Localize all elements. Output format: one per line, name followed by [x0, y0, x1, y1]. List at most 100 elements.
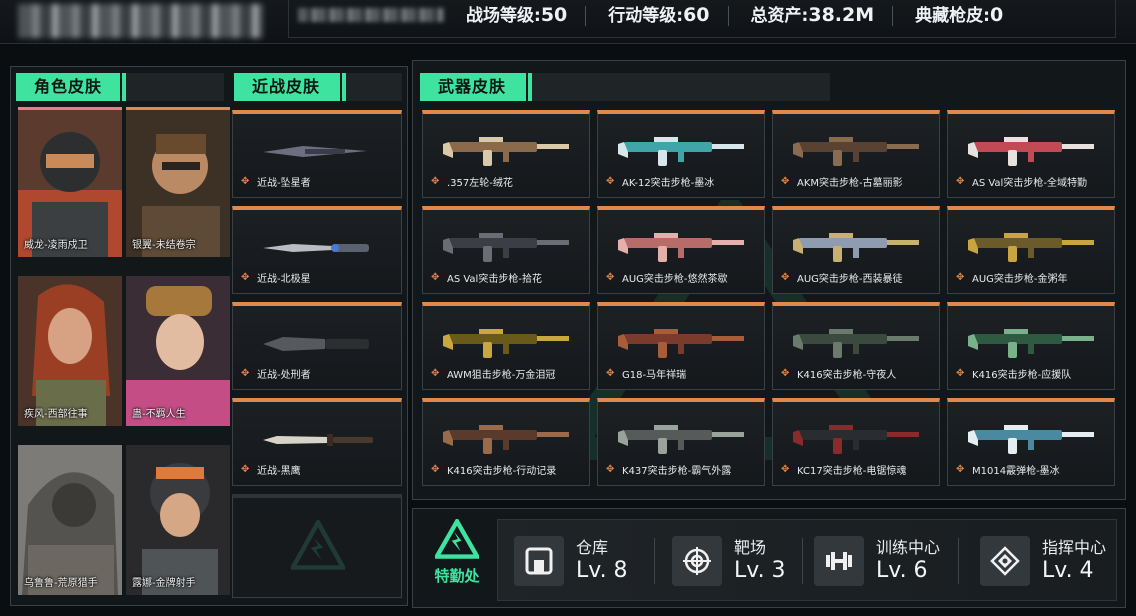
weapon-image	[618, 329, 744, 358]
character-portrait	[126, 276, 230, 426]
tab-melee-skins: 近战皮肤	[234, 73, 346, 101]
weapon-card[interactable]: ✥ AK-12突击步枪-墨冰	[597, 110, 765, 198]
weapon-image	[443, 425, 569, 454]
melee-name: 近战-黑鹰	[257, 466, 301, 477]
weapon-card[interactable]: ✥ AUG突击步枪-西装暴徒	[772, 206, 940, 294]
melee-name: 近战-处刑者	[257, 370, 311, 381]
weapon-name: AS Val突击步枪-全域特勤	[972, 178, 1087, 189]
tab-extension	[346, 73, 402, 101]
rarity-diamond-icon: ✥	[606, 463, 615, 475]
special-ops-logo-icon	[432, 516, 482, 559]
tab-character-skins: 角色皮肤	[16, 73, 126, 101]
weapon-card[interactable]: ✥ K437突击步枪-霸气外露	[597, 398, 765, 486]
melee-card-empty	[232, 494, 402, 598]
weapon-card[interactable]: ✥ AUG突击步枪-悠然茶歇	[597, 206, 765, 294]
weapon-name: KC17突击步枪-电锯惊魂	[797, 466, 907, 477]
rarity-diamond-icon: ✥	[241, 463, 250, 475]
rarity-diamond-icon: ✥	[241, 367, 250, 379]
weapon-card[interactable]: ✥ AKM突击步枪-古墓丽影	[772, 110, 940, 198]
weapon-card[interactable]: ✥ AUG突击步枪-金粥年	[947, 206, 1115, 294]
player-name-redacted	[18, 4, 263, 38]
top-bar: 战场等级:50 行动等级:60 总资产:38.2M 典藏枪皮:0	[0, 0, 1136, 44]
character-card[interactable]: 蛊-不羁人生	[126, 276, 230, 426]
rarity-diamond-icon: ✥	[956, 175, 965, 187]
weapon-image	[443, 233, 569, 262]
weapon-card[interactable]: ✥ AS Val突击步枪-拾花	[422, 206, 590, 294]
character-name: 乌鲁鲁-荒原猎手	[24, 578, 98, 589]
weapon-card[interactable]: ✥ K416突击步枪-行动记录	[422, 398, 590, 486]
melee-card[interactable]: ✥ 近战-处刑者	[232, 302, 402, 390]
weapon-card[interactable]: ✥ K416突击步枪-守夜人	[772, 302, 940, 390]
character-card[interactable]: 疾风-西部往事	[18, 276, 122, 426]
weapon-name: K437突击步枪-霸气外露	[622, 466, 732, 477]
weapon-image	[793, 329, 919, 358]
rarity-diamond-icon: ✥	[431, 463, 440, 475]
rarity-diamond-icon: ✥	[606, 367, 615, 379]
rarity-diamond-icon: ✥	[606, 271, 615, 283]
weapon-card[interactable]: ✥ G18-马年祥瑞	[597, 302, 765, 390]
character-card[interactable]: 露娜-金牌射手	[126, 445, 230, 595]
character-portrait	[126, 110, 230, 257]
player-id-redacted	[298, 8, 444, 22]
weapon-image	[443, 137, 569, 166]
weapon-name: K416突击步枪-行动记录	[447, 466, 557, 477]
melee-card[interactable]: ✥ 近战-坠星者	[232, 110, 402, 198]
facility-panel: 特勤处 仓库 Lv. 8 靶场 Lv. 3 训练中心 Lv. 6 指挥中心 Lv…	[412, 508, 1126, 608]
rarity-diamond-icon: ✥	[606, 175, 615, 187]
weapon-card[interactable]: ✥ K416突击步枪-应援队	[947, 302, 1115, 390]
weapon-card[interactable]: ✥ AWM狙击步枪-万金泪冠	[422, 302, 590, 390]
weapon-card[interactable]: ✥ AS Val突击步枪-全域特勤	[947, 110, 1115, 198]
knife-image	[263, 434, 373, 446]
special-ops-button[interactable]: 特勤处	[425, 516, 489, 601]
stat-operation-level: 行动等级:60	[608, 4, 750, 27]
stat-collection-skins: 典藏枪皮:0	[915, 4, 1004, 26]
weapon-image	[443, 329, 569, 358]
character-portrait	[18, 445, 122, 595]
stat-total-assets: 总资产:38.2M	[751, 4, 916, 27]
rarity-diamond-icon: ✥	[431, 271, 440, 283]
weapon-name: AKM突击步枪-古墓丽影	[797, 178, 903, 189]
rarity-diamond-icon: ✥	[241, 175, 250, 187]
weapon-name: AUG突击步枪-悠然茶歇	[622, 274, 728, 285]
weapon-card[interactable]: ✥ M1014霰弹枪-墨冰	[947, 398, 1115, 486]
stat-battlefield-level: 战场等级:50	[466, 4, 608, 27]
rarity-diamond-icon: ✥	[956, 463, 965, 475]
rarity-diamond-icon: ✥	[781, 175, 790, 187]
character-card[interactable]: 银翼-未结卷宗	[126, 107, 230, 257]
weapon-card[interactable]: ✥ KC17突击步枪-电锯惊魂	[772, 398, 940, 486]
character-name: 疾风-西部往事	[24, 409, 88, 420]
weapon-name: AUG突击步枪-金粥年	[972, 274, 1068, 285]
weapon-image	[793, 233, 919, 262]
weapon-image	[618, 425, 744, 454]
weapon-image	[968, 233, 1094, 262]
facility-bar: 仓库 Lv. 8 靶场 Lv. 3 训练中心 Lv. 6 指挥中心 Lv. 4	[497, 519, 1117, 601]
rarity-diamond-icon: ✥	[781, 271, 790, 283]
knife-image	[263, 337, 369, 351]
melee-card[interactable]: ✥ 近战-黑鹰	[232, 398, 402, 486]
weapon-image	[618, 233, 744, 262]
weapon-card[interactable]: ✥ .357左轮-绒花	[422, 110, 590, 198]
special-ops-label: 特勤处	[434, 567, 480, 585]
rarity-diamond-icon: ✥	[431, 175, 440, 187]
target-icon	[672, 536, 722, 586]
player-stats: 战场等级:50 行动等级:60 总资产:38.2M 典藏枪皮:0	[466, 4, 1025, 27]
rarity-diamond-icon: ✥	[956, 367, 965, 379]
weapon-name: K416突击步枪-应援队	[972, 370, 1072, 381]
weapon-name: K416突击步枪-守夜人	[797, 370, 897, 381]
character-name: 露娜-金牌射手	[132, 578, 196, 589]
command-center-icon	[980, 536, 1030, 586]
melee-card[interactable]: ✥ 近战-北极星	[232, 206, 402, 294]
rarity-diamond-icon: ✥	[431, 367, 440, 379]
rarity-diamond-icon: ✥	[956, 271, 965, 283]
weapon-image	[968, 329, 1094, 358]
character-card[interactable]: 威龙-凌雨戍卫	[18, 107, 122, 257]
melee-name: 近战-坠星者	[257, 178, 311, 189]
tab-weapon-skins: 武器皮肤	[420, 73, 532, 101]
melee-name: 近战-北极星	[257, 274, 311, 285]
dumbbell-icon	[814, 536, 864, 586]
knife-image	[263, 146, 367, 157]
character-name: 蛊-不羁人生	[132, 409, 186, 420]
character-portrait	[126, 445, 230, 595]
weapon-image	[793, 425, 919, 454]
character-card[interactable]: 乌鲁鲁-荒原猎手	[18, 445, 122, 595]
